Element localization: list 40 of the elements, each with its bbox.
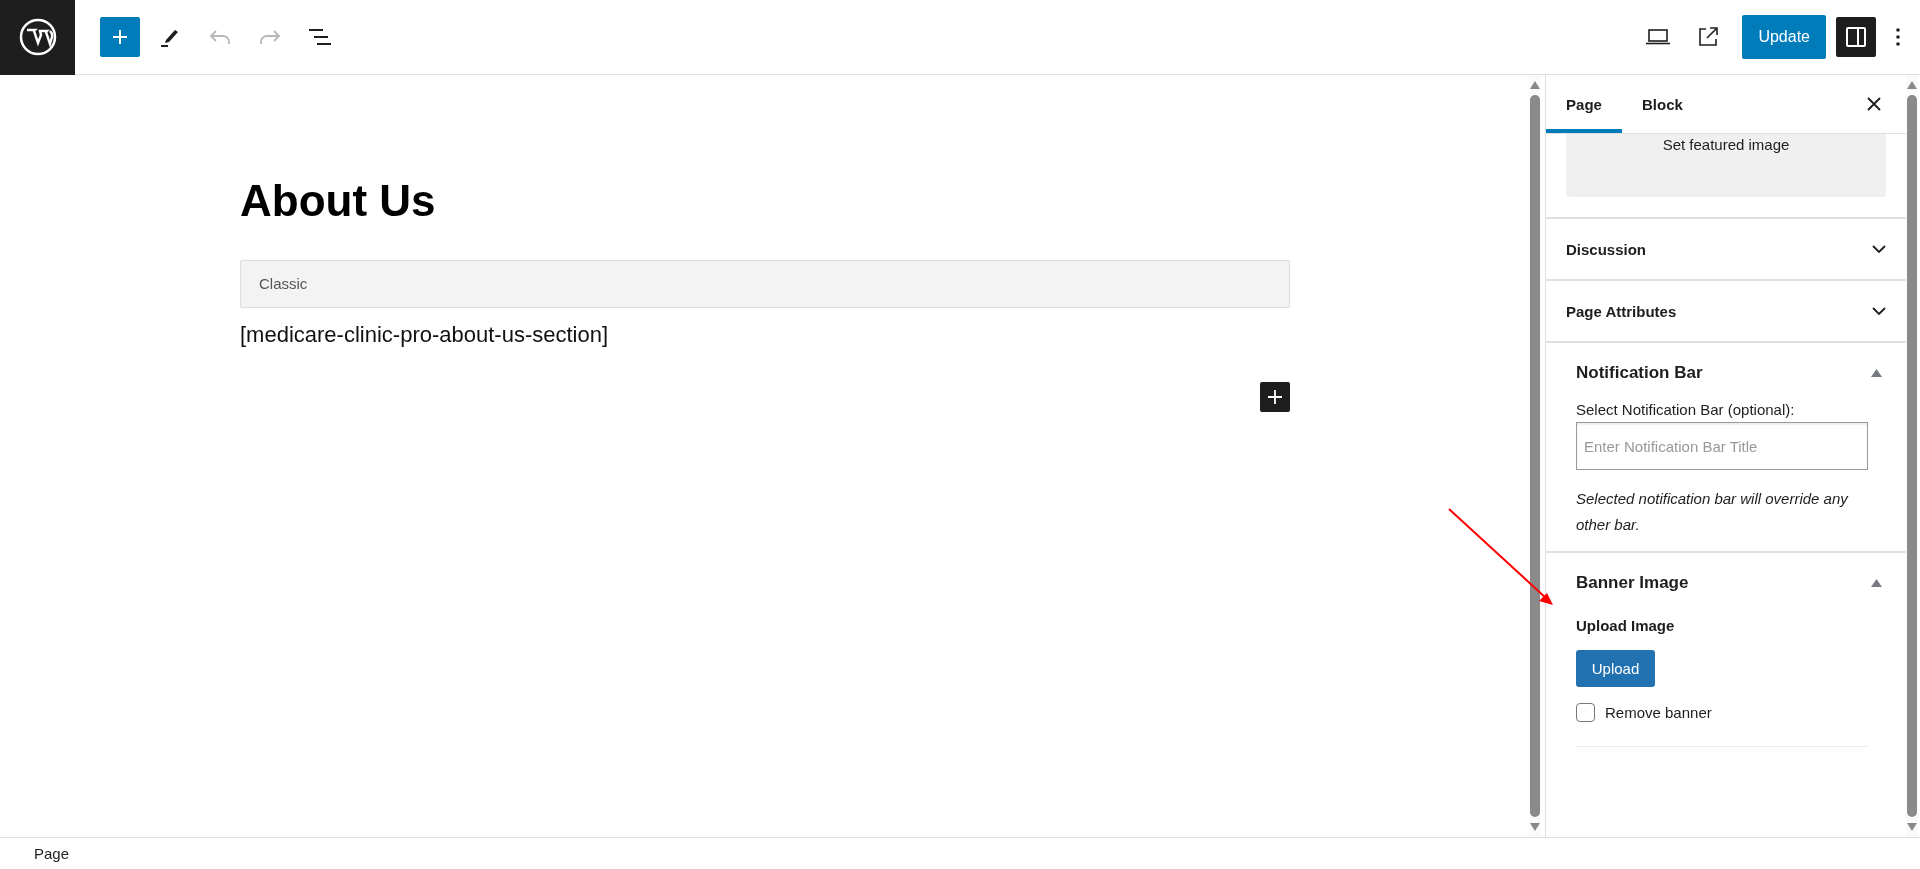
vertical-dots-icon	[1895, 27, 1901, 47]
notification-bar-field[interactable]: Enter Notification Bar Title	[1576, 422, 1868, 470]
scroll-up-icon	[1907, 81, 1917, 89]
laptop-icon	[1646, 29, 1671, 45]
scroll-down-icon	[1907, 823, 1917, 831]
chevron-icon	[1872, 306, 1886, 316]
section-title: Notification Bar	[1576, 363, 1703, 383]
collapse-toggle-icon[interactable]	[1871, 369, 1882, 377]
help-text: Selected notification bar will override any other bar.	[1576, 489, 1850, 535]
scrollbar[interactable]	[1529, 75, 1541, 837]
chevron-icon	[1872, 244, 1886, 254]
sidebar-tab[interactable]: Block	[1622, 75, 1703, 133]
sidebar-icon	[1846, 27, 1866, 47]
block-label: Classic	[259, 275, 308, 293]
checkbox[interactable]	[1576, 703, 1595, 722]
plus-icon	[1267, 388, 1283, 405]
collapse-toggle-icon[interactable]	[1871, 579, 1882, 587]
plus-icon	[111, 28, 129, 46]
field-label: Upload Image	[1576, 617, 1676, 634]
field-label: Select Notification Bar (optional):	[1576, 401, 1796, 418]
section-title: Banner Image	[1576, 573, 1689, 593]
checkbox-label[interactable]: Remove banner	[1605, 704, 1712, 721]
wordpress-logo[interactable]	[0, 0, 75, 75]
scrollbar[interactable]	[1906, 75, 1918, 837]
page-title[interactable]: About Us	[240, 175, 1290, 228]
close-icon	[1867, 97, 1881, 111]
upload-button[interactable]: Upload	[1576, 650, 1655, 687]
undo-icon	[209, 29, 231, 45]
classic-block-bar[interactable]: Classic	[240, 259, 1290, 308]
update-button[interactable]: Update	[1742, 15, 1826, 59]
redo-icon	[259, 29, 281, 45]
list-icon	[308, 28, 332, 46]
external-link-icon	[1698, 27, 1719, 47]
add-block-button[interactable]	[1260, 381, 1290, 412]
settings-toggle-button[interactable]	[1836, 17, 1876, 57]
set-featured-image-button[interactable]: Set featured image	[1566, 134, 1886, 197]
breadcrumb[interactable]: Page	[34, 845, 70, 862]
scroll-down-icon	[1530, 823, 1540, 831]
shortcode-text[interactable]: [medicare-clinic-pro-about-us-section]	[240, 321, 1290, 348]
scroll-up-icon	[1530, 81, 1540, 89]
